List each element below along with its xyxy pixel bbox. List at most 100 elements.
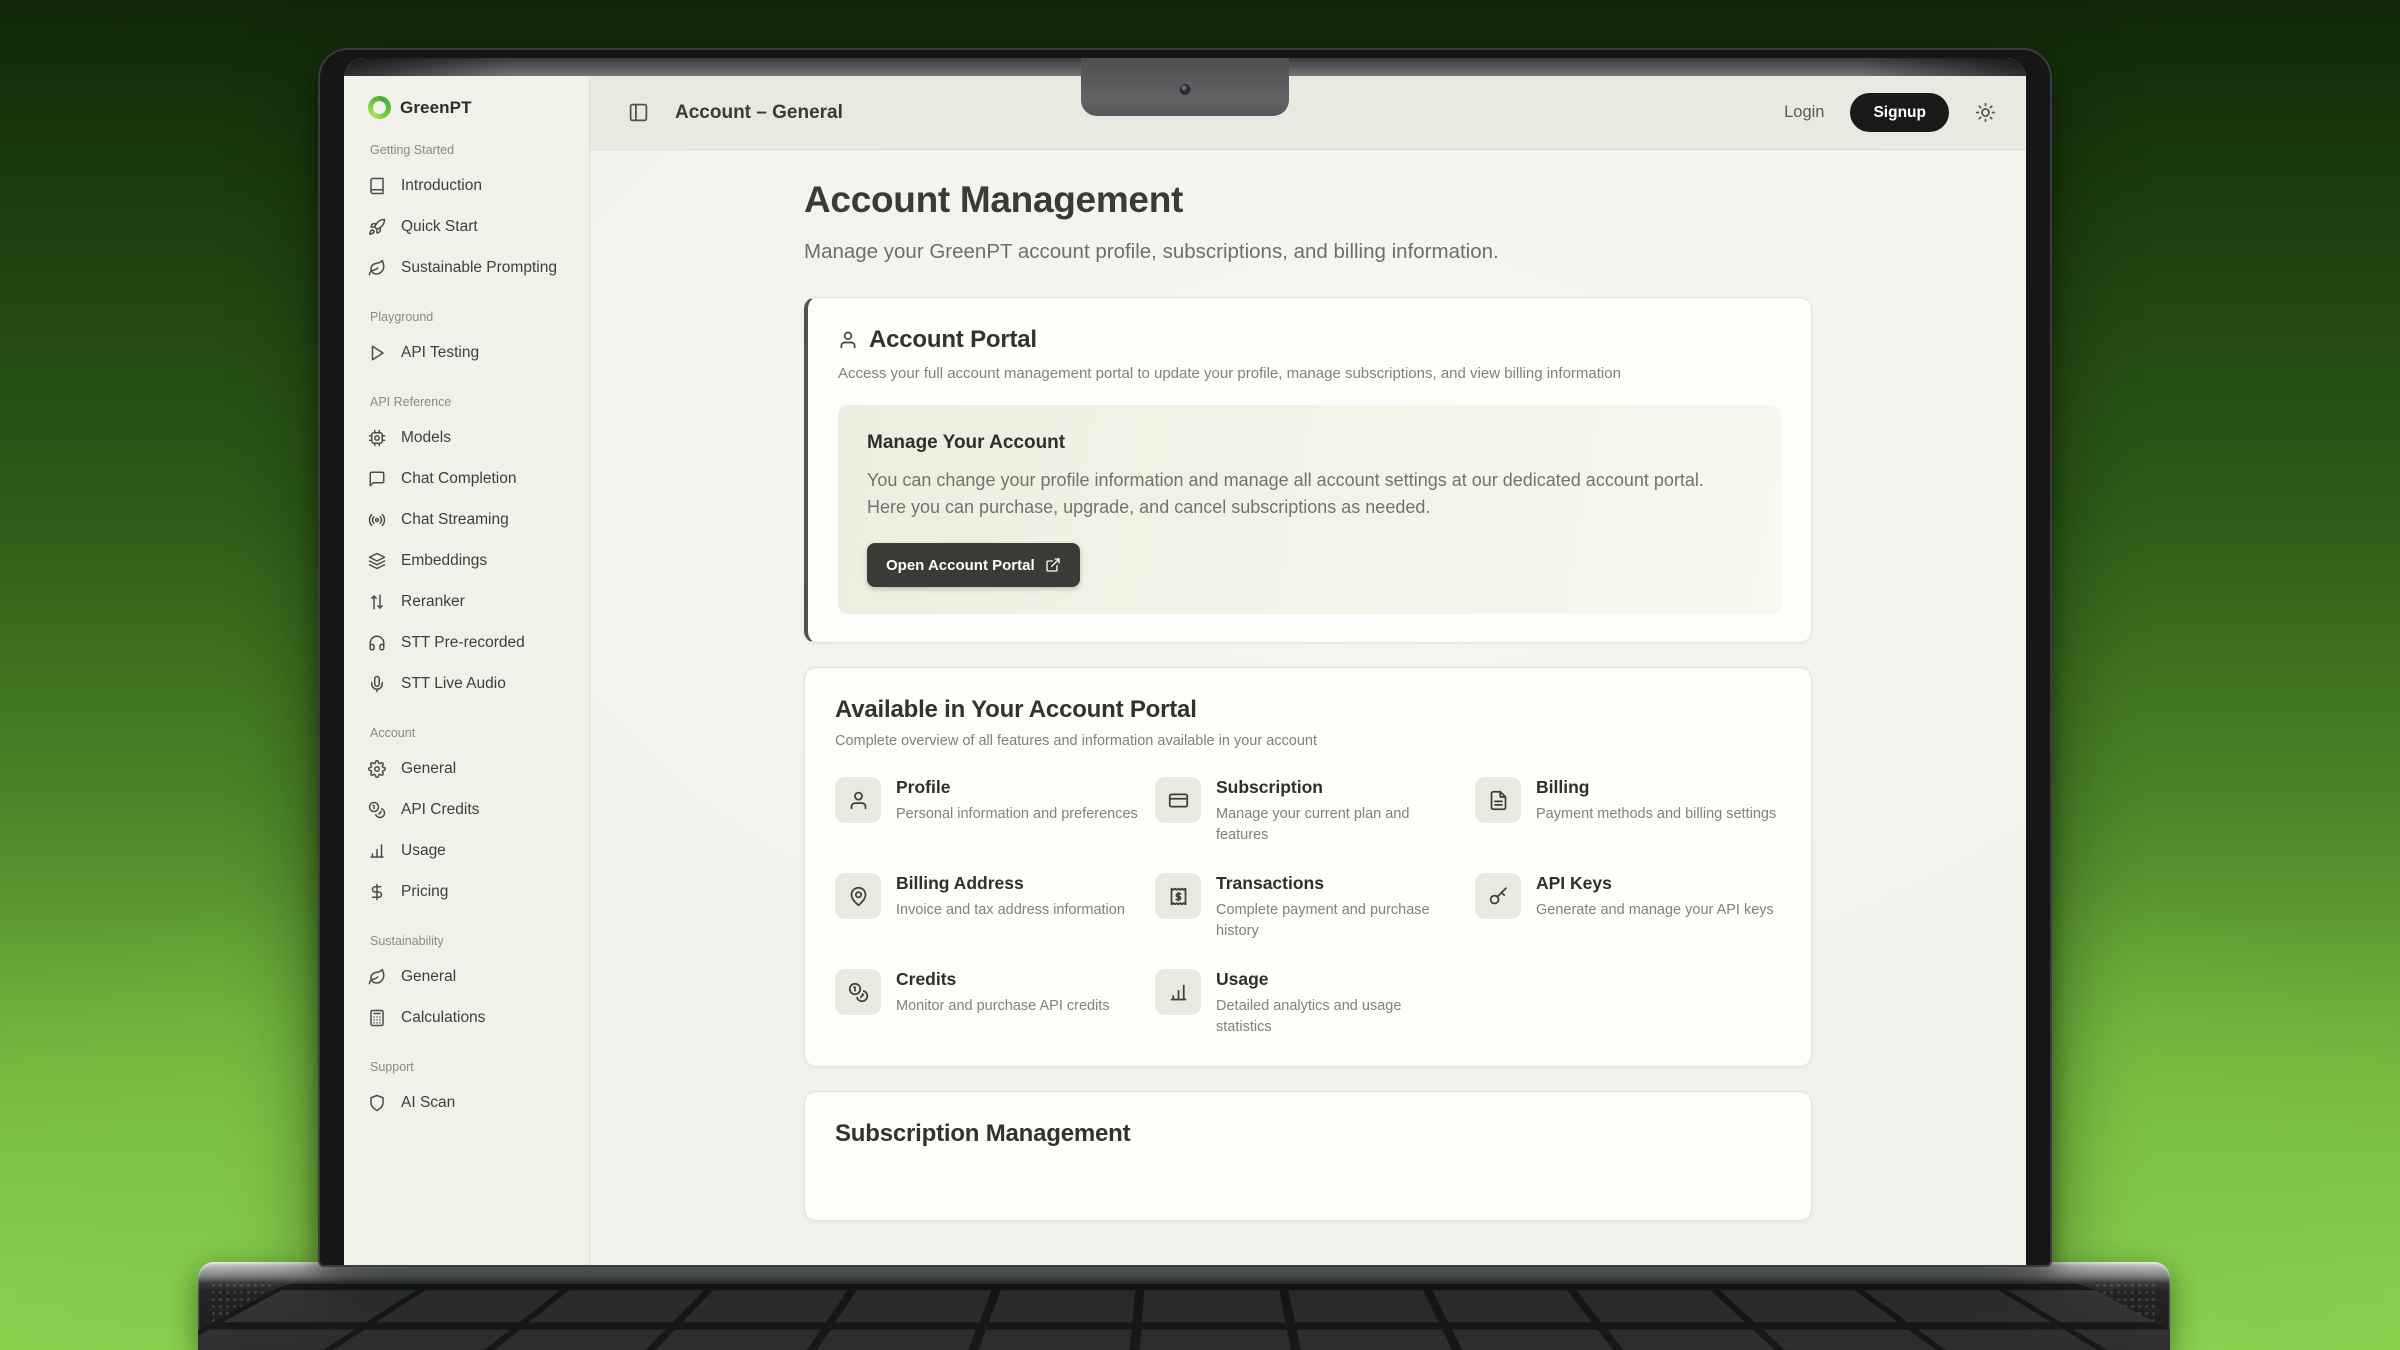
- file-text-icon: [1475, 777, 1521, 823]
- leaf-icon: [368, 259, 386, 277]
- sidebar-item-models[interactable]: Models: [368, 417, 579, 458]
- sidebar-item-general[interactable]: General: [368, 748, 579, 789]
- subscription-card: Subscription Management: [804, 1091, 1812, 1221]
- sidebar-item-label: API Testing: [401, 344, 479, 362]
- theme-toggle-button[interactable]: [1975, 102, 1996, 123]
- subscription-card-title: Subscription Management: [835, 1120, 1781, 1148]
- credit-card-icon: [1155, 777, 1201, 823]
- arrow-up-down-icon: [368, 593, 386, 611]
- screen-inner: GreenPT Getting StartedIntroductionQuick…: [344, 58, 2026, 1265]
- camera-notch: [1081, 58, 1289, 116]
- features-card: Available in Your Account Portal Complet…: [804, 667, 1812, 1067]
- sidebar-item-chat-streaming[interactable]: Chat Streaming: [368, 499, 579, 540]
- login-link[interactable]: Login: [1784, 103, 1824, 122]
- manage-account-body: You can change your profile information …: [867, 467, 1737, 521]
- content-container: Account Management Manage your GreenPT a…: [804, 150, 1812, 1221]
- sidebar-item-label: Models: [401, 429, 451, 447]
- sidebar-item-label: General: [401, 968, 456, 986]
- feature-description: Generate and manage your API keys: [1536, 900, 1774, 921]
- dollar-sign-icon: [368, 883, 386, 901]
- sidebar-section-label: Playground: [370, 310, 579, 324]
- sidebar-item-stt-pre-recorded[interactable]: STT Pre-recorded: [368, 622, 579, 663]
- sidebar-section-account: Account General API CreditsUsage Pricing: [368, 726, 579, 912]
- account-portal-description: Access your full account management port…: [838, 365, 1781, 382]
- sidebar-section-support: Support AI Scan: [368, 1060, 579, 1123]
- sidebar-item-ai-scan[interactable]: AI Scan: [368, 1082, 579, 1123]
- open-account-portal-button[interactable]: Open Account Portal: [867, 543, 1080, 587]
- feature-title: Transactions: [1216, 873, 1461, 894]
- main-column: Account – General Login Signup Account M…: [590, 76, 2026, 1265]
- feature-description: Manage your current plan and features: [1216, 804, 1461, 846]
- sidebar-item-calculations[interactable]: Calculations: [368, 997, 579, 1038]
- feature-description: Detailed analytics and usage statistics: [1216, 996, 1461, 1038]
- page-title: Account – General: [675, 102, 843, 124]
- sidebar-item-reranker[interactable]: Reranker: [368, 581, 579, 622]
- account-portal-title: Account Portal: [869, 326, 1037, 354]
- features-card-title: Available in Your Account Portal: [835, 696, 1781, 724]
- brand-name: GreenPT: [400, 98, 472, 118]
- sidebar-item-introduction[interactable]: Introduction: [368, 165, 579, 206]
- leaf-icon: [368, 968, 386, 986]
- sidebar-item-label: Introduction: [401, 177, 482, 195]
- book-icon: [368, 177, 386, 195]
- sidebar-item-label: Pricing: [401, 883, 448, 901]
- brand-logo[interactable]: GreenPT: [368, 96, 579, 119]
- feature-title: Subscription: [1216, 777, 1461, 798]
- feature-profile: ProfilePersonal information and preferen…: [835, 777, 1141, 846]
- sidebar-nav: Getting StartedIntroductionQuick StartSu…: [368, 143, 579, 1123]
- open-account-portal-label: Open Account Portal: [886, 557, 1035, 574]
- sidebar-section-getting-started: Getting StartedIntroductionQuick StartSu…: [368, 143, 579, 288]
- sidebar-item-pricing[interactable]: Pricing: [368, 871, 579, 912]
- sidebar-section-label: Account: [370, 726, 579, 740]
- signup-button[interactable]: Signup: [1850, 93, 1949, 132]
- user-icon: [838, 330, 858, 350]
- sidebar: GreenPT Getting StartedIntroductionQuick…: [344, 76, 590, 1265]
- key-icon: [1475, 873, 1521, 919]
- layers-icon: [368, 552, 386, 570]
- sidebar-item-stt-live-audio[interactable]: STT Live Audio: [368, 663, 579, 704]
- feature-title: Credits: [896, 969, 1110, 990]
- bar-chart-icon: [1155, 969, 1201, 1015]
- feature-credits: Credits Monitor and purchase API credits: [835, 969, 1141, 1038]
- sidebar-item-label: Reranker: [401, 593, 465, 611]
- page-heading: Account Management: [804, 179, 1812, 221]
- sidebar-item-chat-completion[interactable]: Chat Completion: [368, 458, 579, 499]
- sidebar-item-label: Sustainable Prompting: [401, 259, 557, 277]
- cpu-icon: [368, 429, 386, 447]
- coins-icon: [368, 801, 386, 819]
- feature-description: Invoice and tax address information: [896, 900, 1125, 921]
- mic-icon: [368, 675, 386, 693]
- sidebar-item-api-testing[interactable]: API Testing: [368, 332, 579, 373]
- manage-account-panel: Manage Your Account You can change your …: [838, 405, 1781, 614]
- sidebar-item-label: STT Live Audio: [401, 675, 506, 693]
- sidebar-section-label: Support: [370, 1060, 579, 1074]
- sidebar-item-embeddings[interactable]: Embeddings: [368, 540, 579, 581]
- sidebar-item-label: Quick Start: [401, 218, 478, 236]
- feature-title: API Keys: [1536, 873, 1774, 894]
- shield-icon: [368, 1094, 386, 1112]
- feature-usage: UsageDetailed analytics and usage statis…: [1155, 969, 1461, 1038]
- external-link-icon: [1045, 557, 1061, 573]
- sidebar-item-api-credits[interactable]: API Credits: [368, 789, 579, 830]
- sidebar-section-api-reference: API ReferenceModelsChat CompletionChat S…: [368, 395, 579, 704]
- camera-icon: [1180, 84, 1191, 95]
- features-grid: ProfilePersonal information and preferen…: [835, 777, 1781, 1038]
- account-portal-card: Account Portal Access your full account …: [804, 297, 1812, 643]
- feature-title: Billing Address: [896, 873, 1125, 894]
- sidebar-item-usage[interactable]: Usage: [368, 830, 579, 871]
- brand-logo-icon: [368, 96, 391, 119]
- feature-description: Payment methods and billing settings: [1536, 804, 1776, 825]
- sidebar-item-sustainable-prompting[interactable]: Sustainable Prompting: [368, 247, 579, 288]
- sidebar-item-general[interactable]: General: [368, 956, 579, 997]
- sidebar-item-label: STT Pre-recorded: [401, 634, 525, 652]
- sidebar-item-quick-start[interactable]: Quick Start: [368, 206, 579, 247]
- account-portal-card-header: Account Portal: [838, 326, 1781, 354]
- feature-description: Monitor and purchase API credits: [896, 996, 1110, 1017]
- topbar: Account – General Login Signup: [590, 76, 2026, 150]
- sidebar-toggle-button[interactable]: [628, 102, 649, 123]
- calculator-icon: [368, 1009, 386, 1027]
- feature-billing: Billing Payment methods and billing setti…: [1475, 777, 1781, 846]
- page-subheading: Manage your GreenPT account profile, sub…: [804, 240, 1812, 264]
- feature-title: Billing: [1536, 777, 1776, 798]
- sidebar-item-label: General: [401, 760, 456, 778]
